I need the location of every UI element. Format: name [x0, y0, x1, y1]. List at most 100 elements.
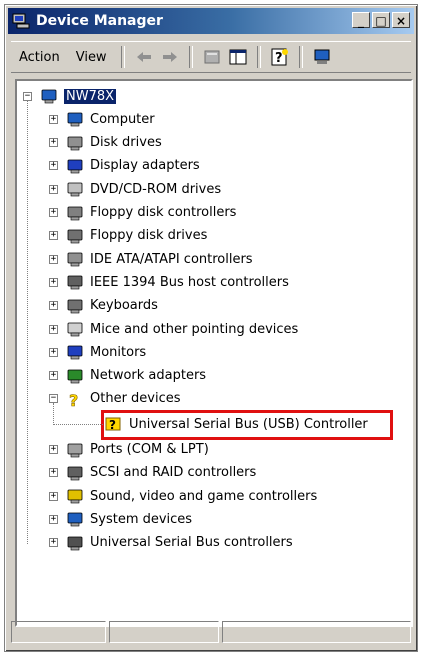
mouse-icon [66, 321, 84, 337]
svg-text:?: ? [69, 391, 78, 407]
minimize-button[interactable]: _ [352, 12, 370, 28]
disk-drive-icon [66, 135, 84, 151]
tree-item[interactable]: + Ports (COM & LPT) [49, 439, 209, 461]
tree-root[interactable]: − NW78X [23, 85, 117, 107]
scsi-icon [66, 465, 84, 481]
tree-child-item[interactable]: ? Universal Serial Bus (USB) Controller [105, 413, 368, 435]
tree-item-label: IDE ATA/ATAPI controllers [90, 251, 253, 267]
tree-item-label: Ports (COM & LPT) [90, 442, 209, 457]
window-title: Device Manager [36, 13, 163, 29]
svg-text:?: ? [275, 51, 283, 66]
collapse-toggle[interactable]: − [23, 91, 32, 101]
menu-view[interactable]: View [68, 48, 115, 67]
menu-action[interactable]: Action [11, 48, 68, 67]
tree-connector [27, 101, 28, 544]
usb-icon [66, 535, 84, 551]
floppy-controller-icon [66, 205, 84, 221]
tree-item-label: SCSI and RAID controllers [90, 465, 257, 481]
tree-item[interactable]: + Mice and other pointing devices [49, 318, 298, 340]
tree-item[interactable]: + Disk drives [49, 132, 162, 154]
floppy-drive-icon [66, 228, 84, 244]
tree-item-label: Floppy disk drives [90, 228, 208, 244]
tree-item[interactable]: + Sound, video and game controllers [49, 485, 317, 507]
expand-toggle[interactable]: + [49, 538, 58, 548]
tree-item[interactable]: + Floppy disk controllers [49, 202, 236, 224]
tree-item[interactable]: + IEEE 1394 Bus host controllers [49, 271, 289, 293]
computer-icon [66, 111, 84, 127]
tree-item-label: Mice and other pointing devices [90, 321, 299, 337]
tree-item[interactable]: −? Other devices [49, 388, 181, 410]
status-pane [11, 621, 106, 643]
expand-toggle[interactable]: + [49, 301, 58, 311]
ide-controller-icon [66, 251, 84, 267]
tree-connector [53, 403, 54, 426]
tree-item[interactable]: + Display adapters [49, 155, 200, 177]
tree-item-label: Display adapters [90, 158, 200, 174]
tree-item-label: Floppy disk controllers [90, 205, 237, 220]
expand-toggle[interactable]: + [49, 468, 58, 478]
expand-toggle[interactable]: + [49, 208, 58, 217]
tree-item-label: Network adapters [90, 368, 207, 384]
tree-item-label: IEEE 1394 Bus host controllers [90, 274, 289, 290]
properties-icon[interactable] [201, 47, 223, 67]
expand-toggle[interactable]: + [49, 254, 58, 264]
tree-item-label: Computer [90, 111, 155, 127]
network-adapter-icon [66, 368, 84, 384]
title-bar[interactable]: Device Manager _ □ × [8, 8, 414, 34]
back-arrow-icon[interactable] [133, 47, 155, 67]
expand-toggle[interactable]: + [49, 445, 58, 454]
tree-item[interactable]: + Keyboards [49, 295, 158, 317]
tree-item-label: System devices [90, 511, 193, 527]
device-manager-window: Device Manager _ □ × Action View ? − NW7… [4, 4, 418, 652]
unknown-device-icon: ? [66, 391, 84, 411]
expand-toggle[interactable]: + [49, 514, 58, 524]
tree-item-label: Other devices [90, 391, 181, 407]
monitor-icon [66, 344, 84, 360]
tree-item[interactable]: + IDE ATA/ATAPI controllers [49, 248, 253, 270]
tree-item[interactable]: + Universal Serial Bus controllers [49, 532, 293, 554]
ieee1394-icon [66, 274, 84, 290]
expand-toggle[interactable]: + [49, 491, 58, 501]
system-device-icon [66, 511, 84, 527]
computer-icon[interactable] [311, 47, 333, 67]
expand-toggle[interactable]: + [49, 114, 58, 124]
expand-toggle[interactable]: + [49, 231, 58, 241]
expand-toggle[interactable]: + [49, 161, 58, 171]
sound-icon [66, 488, 84, 504]
tree-item-label: DVD/CD-ROM drives [90, 181, 222, 197]
tree-item[interactable]: + Computer [49, 108, 155, 130]
maximize-button[interactable]: □ [372, 12, 390, 28]
show-hide-tree-icon[interactable] [227, 47, 249, 67]
help-icon[interactable]: ? [269, 47, 291, 67]
expand-toggle[interactable]: + [49, 138, 58, 148]
cdrom-icon [66, 181, 84, 197]
tree-item-label: Keyboards [90, 298, 158, 314]
expand-toggle[interactable]: + [49, 277, 58, 287]
expand-toggle[interactable]: + [49, 184, 58, 194]
tree-item[interactable]: + DVD/CD-ROM drives [49, 178, 221, 200]
expand-toggle[interactable]: + [49, 324, 58, 334]
tree-item[interactable]: + System devices [49, 508, 192, 530]
tree-item[interactable]: + Monitors [49, 341, 146, 363]
tree-item[interactable]: + SCSI and RAID controllers [49, 462, 256, 484]
status-pane [222, 621, 411, 643]
toolbar-separator [298, 46, 303, 68]
tree-item[interactable]: + Network adapters [49, 365, 206, 387]
tree-item-label: Disk drives [90, 135, 162, 151]
tree-item[interactable]: + Floppy disk drives [49, 225, 207, 247]
tree-item-label: Universal Serial Bus controllers [90, 535, 293, 551]
computer-icon [40, 88, 58, 104]
expand-toggle[interactable]: + [49, 347, 58, 357]
tree-child-label: Universal Serial Bus (USB) Controller [129, 416, 368, 432]
port-icon [66, 442, 84, 458]
close-button[interactable]: × [392, 12, 410, 28]
expand-toggle[interactable]: + [49, 371, 58, 381]
status-bar [11, 621, 411, 645]
tree-item-label: Sound, video and game controllers [90, 488, 318, 504]
toolbar-separator [256, 46, 261, 68]
forward-arrow-icon[interactable] [159, 47, 181, 67]
keyboard-icon [66, 298, 84, 314]
collapse-toggle[interactable]: − [49, 394, 58, 404]
device-manager-icon [12, 13, 30, 29]
device-tree[interactable]: − NW78X + Computer + Disk drives + Display adap… [15, 79, 413, 627]
